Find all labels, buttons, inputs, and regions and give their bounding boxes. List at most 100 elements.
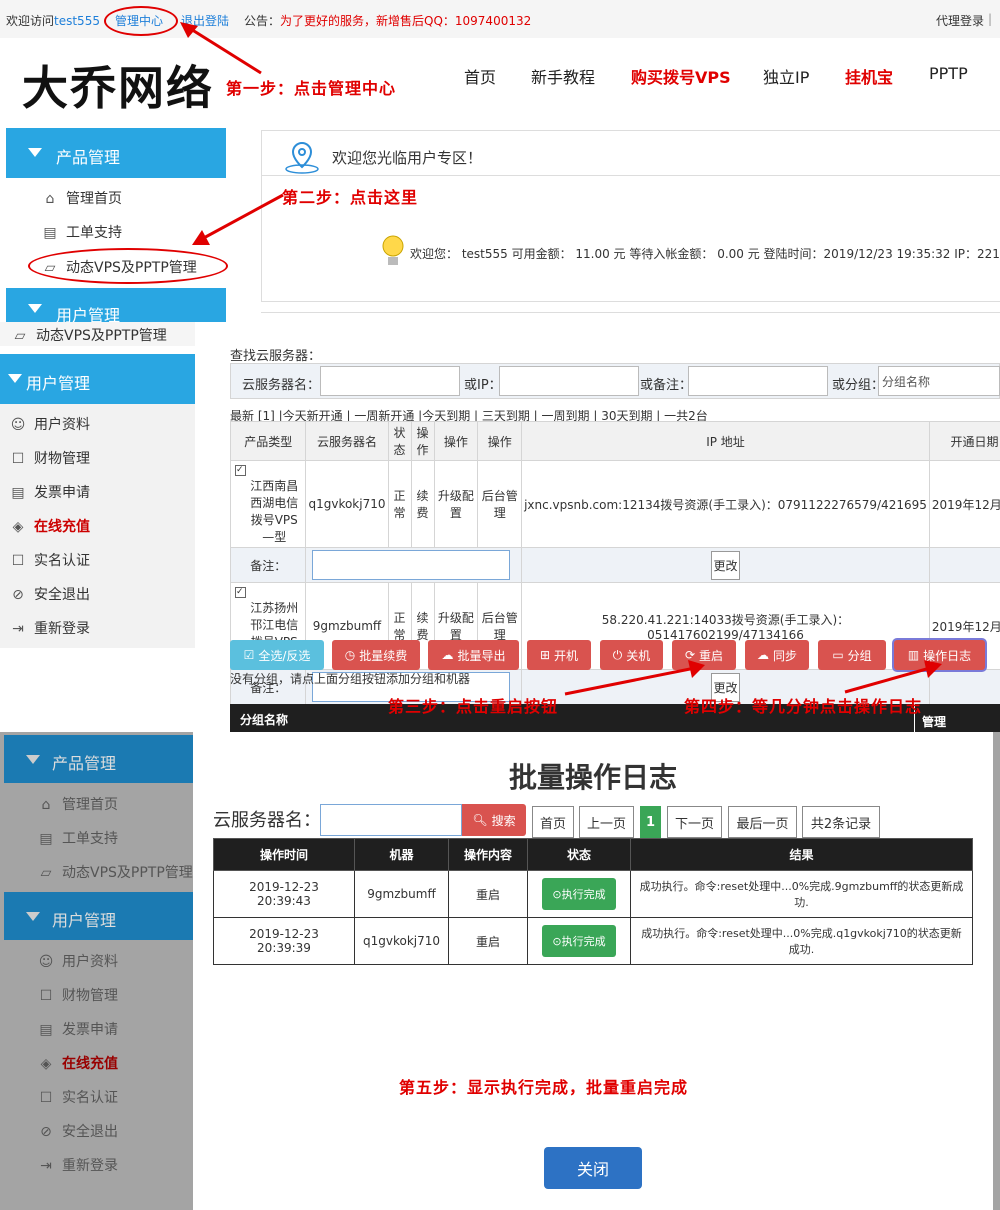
- divider: [262, 175, 1000, 176]
- group-manage-header: 管理: [922, 715, 947, 729]
- step4-label: 第四步：等几分钟点击操作日志: [684, 697, 923, 716]
- row-checkbox[interactable]: ✓: [235, 587, 246, 598]
- user-icon: ☺: [38, 954, 54, 970]
- power-icon: ⊘: [12, 587, 24, 603]
- batch-renew-button[interactable]: ◷ 批量续费: [332, 640, 420, 670]
- sidebar-item-relogin[interactable]: ⇥ 重新登录: [10, 618, 90, 638]
- agent-login-link[interactable]: 代理登录: [936, 12, 984, 29]
- sidebar-item-recharge[interactable]: ◈ 在线充值: [10, 516, 90, 536]
- login-icon: ⇥: [40, 1158, 52, 1174]
- col-op1: 操作: [410, 421, 435, 461]
- sidebar-item-ticket-3: ▤ 工单支持: [39, 831, 118, 847]
- nav-buy-vps[interactable]: 购买拨号VPS: [631, 64, 731, 88]
- col-op3: 操作: [477, 421, 523, 461]
- log-table: 操作时间 机器 操作内容 状态 结果 2019-12-23 20:39:43 9…: [213, 838, 973, 965]
- col-machine: 机器: [353, 838, 450, 871]
- step2-label: 第二步：点击这里: [282, 188, 419, 207]
- record-count: 共2条记录: [802, 806, 880, 838]
- home-icon: ⌂: [45, 191, 55, 207]
- sidebar-product-header-3: 产品管理: [4, 735, 193, 783]
- remark-input[interactable]: [312, 550, 511, 580]
- sidebar-item-home-3: ⌂ 管理首页: [38, 794, 118, 814]
- cell-ip: jxnc.vpsnb.com:12134拨号资源(手工录入)：079112227…: [521, 460, 930, 548]
- sidebar-user-header[interactable]: 用户管理: [6, 288, 226, 325]
- sidebar-user-header-2[interactable]: 用户管理: [0, 354, 195, 404]
- page-first[interactable]: 首页: [532, 806, 574, 838]
- modal-search-input[interactable]: [320, 804, 462, 836]
- status-badge: ⊙执行完成: [542, 878, 616, 910]
- server-name-input[interactable]: [320, 366, 460, 396]
- admin-link[interactable]: 后台管理: [477, 460, 523, 548]
- sidebar-item-finance-3: ☐ 财物管理: [39, 988, 118, 1004]
- drive-icon: ▱: [14, 328, 26, 344]
- nav-hosting[interactable]: 挂机宝: [845, 64, 893, 88]
- step1-arrow: [180, 22, 262, 75]
- col-time: 操作时间: [213, 838, 355, 871]
- log-result: 成功执行。命令:reset处理中...0%完成.q1gvkokj710的状态更新…: [630, 917, 973, 965]
- log-time: 2019-12-23 20:39:43: [213, 870, 355, 918]
- sidebar-item-exit-3: ⊘ 安全退出: [38, 1121, 118, 1141]
- nav-home[interactable]: 首页: [464, 64, 496, 88]
- check-icon: ☑: [243, 648, 255, 662]
- log-machine: 9gmzbumff: [353, 870, 450, 918]
- user-icon: ☺: [10, 417, 26, 433]
- upgrade-link[interactable]: 升级配置: [433, 460, 479, 548]
- col-ip: IP 地址: [521, 421, 930, 461]
- sidebar-item-invoice[interactable]: ▤ 发票申请: [10, 482, 90, 502]
- id-icon: ☐: [39, 1090, 53, 1106]
- select-all-button[interactable]: ☑ 全选/反选: [230, 640, 324, 670]
- nav-tutorial[interactable]: 新手教程: [531, 64, 595, 88]
- welcome-info: 欢迎您： test555 可用金额： 11.00 元 等待入帐金额： 0.00 …: [410, 247, 1000, 261]
- no-group-text: 没有分组，请点上面分组按钮添加分组和机器: [230, 672, 471, 686]
- ticket-icon: ▤: [43, 225, 57, 241]
- search-icon: 🔍︎: [472, 813, 488, 827]
- highlight-ellipse: [104, 6, 178, 36]
- sidebar-product-header[interactable]: 产品管理: [6, 128, 226, 178]
- ip-input[interactable]: [499, 366, 639, 396]
- search-group-label: 或分组：: [832, 378, 885, 393]
- step1-label: 第一步：点击管理中心: [226, 79, 397, 98]
- notice-text: 为了更好的服务，新增售后QQ：1097400132: [280, 14, 532, 28]
- sidebar-item-profile[interactable]: ☺ 用户资料: [10, 414, 90, 434]
- col-op: 操作内容: [448, 838, 529, 871]
- modal-title: 批量操作日志: [508, 761, 677, 794]
- col-status: 状态: [527, 838, 632, 871]
- sidebar-item-verify[interactable]: ☐ 实名认证: [10, 550, 90, 570]
- nav-ip[interactable]: 独立IP: [763, 64, 809, 88]
- page-current[interactable]: 1: [640, 806, 661, 838]
- sidebar-item-verify-3: ☐ 实名认证: [39, 1090, 118, 1106]
- sidebar-user-header-3: 用户管理: [4, 892, 193, 940]
- search-name-label: 云服务器名：: [242, 378, 321, 393]
- change-button[interactable]: 更改: [711, 550, 740, 580]
- row-checkbox[interactable]: ✓: [235, 465, 246, 476]
- step4-arrow: [844, 660, 942, 694]
- modal-search-button[interactable]: 🔍︎ 搜索: [462, 804, 526, 836]
- sidebar-item-home[interactable]: ⌂ 管理首页: [42, 188, 122, 208]
- renew-link[interactable]: 续费: [410, 460, 435, 548]
- map-pin-icon: [285, 141, 319, 174]
- sidebar-item-ticket[interactable]: ▤ 工单支持: [42, 222, 122, 242]
- status-badge: ⊙执行完成: [542, 925, 616, 957]
- col-date: 开通日期: [928, 421, 1000, 461]
- sidebar-item-profile-3: ☺ 用户资料: [38, 954, 118, 970]
- nav-pptp[interactable]: PPTP: [929, 64, 968, 83]
- cloud-icon: ☁: [756, 648, 769, 662]
- remark-row: 备注： 更改: [229, 547, 1000, 583]
- search-title: 查找云服务器：: [230, 349, 322, 364]
- group-input[interactable]: 分组名称: [878, 366, 1000, 396]
- col-result: 结果: [630, 838, 973, 871]
- welcome-title: 欢迎您光临用户专区！: [332, 149, 483, 167]
- batch-export-button[interactable]: ☁ 批量导出: [428, 640, 519, 670]
- remark-input[interactable]: [688, 366, 828, 396]
- page-next[interactable]: 下一页: [667, 806, 722, 838]
- username: test555: [54, 14, 100, 28]
- close-button[interactable]: 关闭: [544, 1147, 642, 1189]
- table-row: 2019-12-23 20:39:43 9gmzbumff 重启 ⊙执行完成 成…: [213, 870, 973, 918]
- sidebar-item-finance[interactable]: ☐ 财物管理: [10, 448, 90, 468]
- sync-button[interactable]: ☁ 同步: [745, 640, 809, 670]
- sidebar-item-vps-2[interactable]: ▱ 动态VPS及PPTP管理: [0, 322, 195, 346]
- sidebar-item-exit[interactable]: ⊘ 安全退出: [10, 584, 90, 604]
- lock-icon: ☐: [39, 988, 53, 1004]
- page-last[interactable]: 最后一页: [728, 806, 797, 838]
- page-prev[interactable]: 上一页: [579, 806, 634, 838]
